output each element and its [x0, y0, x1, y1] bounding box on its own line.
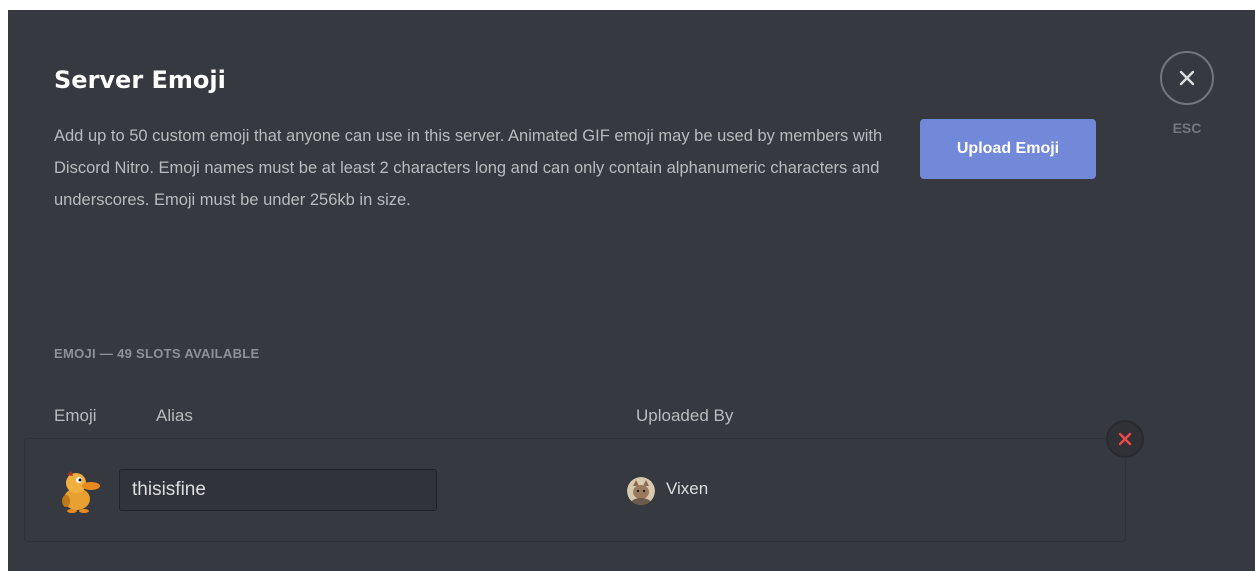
column-header-emoji: Emoji: [54, 406, 97, 425]
alias-input[interactable]: [119, 469, 437, 511]
remove-emoji-button[interactable]: [1106, 420, 1144, 458]
server-emoji-panel: Server Emoji Add up to 50 custom emoji t…: [8, 10, 1255, 571]
column-header-alias: Alias: [156, 406, 193, 425]
table-row: Vixen: [24, 438, 1126, 542]
page-title: Server Emoji: [54, 66, 226, 94]
column-header-uploaded-by: Uploaded By: [636, 406, 734, 425]
remove-icon: [1118, 432, 1132, 446]
avatar-icon: [627, 477, 655, 505]
uploader-name: Vixen: [666, 479, 709, 498]
esc-label: ESC: [1172, 120, 1202, 136]
upload-emoji-button[interactable]: Upload Emoji: [920, 119, 1096, 179]
duck-emoji-icon: [62, 471, 100, 513]
close-icon: [1179, 70, 1195, 86]
close-button[interactable]: [1160, 51, 1214, 105]
section-header: EMOJI — 49 SLOTS AVAILABLE: [54, 346, 260, 361]
page-description: Add up to 50 custom emoji that anyone ca…: [54, 127, 883, 209]
